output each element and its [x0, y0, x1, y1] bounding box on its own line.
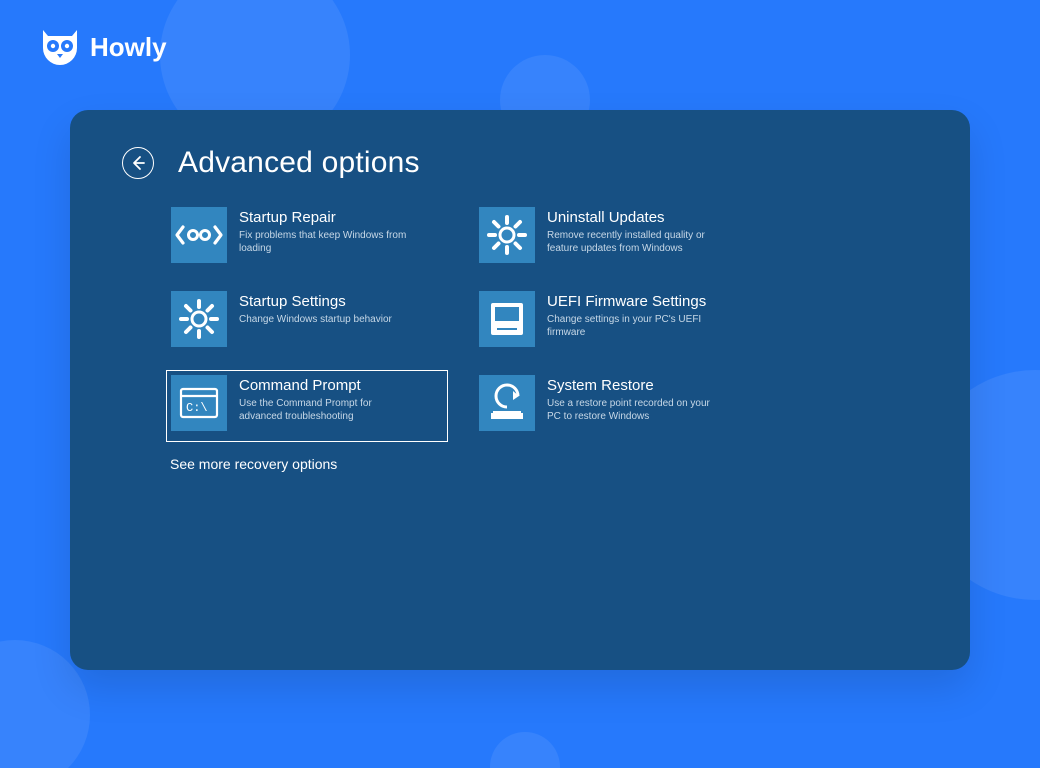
- tile-description: Change settings in your PC's UEFI firmwa…: [547, 313, 717, 339]
- tile-title: Uninstall Updates: [547, 209, 717, 227]
- tile-title: System Restore: [547, 377, 717, 395]
- gear-icon: [171, 291, 227, 347]
- tile-title: Startup Settings: [239, 293, 392, 311]
- code-icon: [171, 207, 227, 263]
- tile-startup-repair[interactable]: Startup Repair Fix problems that keep Win…: [166, 202, 448, 274]
- arrow-left-icon: [130, 155, 146, 171]
- tile-description: Remove recently installed quality or fea…: [547, 229, 717, 255]
- owl-icon: [40, 28, 80, 66]
- restore-icon: [479, 375, 535, 431]
- tile-command-prompt[interactable]: Command Prompt Use the Command Prompt for…: [166, 370, 448, 442]
- tile-title: UEFI Firmware Settings: [547, 293, 717, 311]
- tile-uefi-firmware-settings[interactable]: UEFI Firmware Settings Change settings in…: [474, 286, 756, 358]
- tile-description: Change Windows startup behavior: [239, 313, 392, 326]
- brand-logo: Howly: [40, 28, 167, 66]
- tile-startup-settings[interactable]: Startup Settings Change Windows startup b…: [166, 286, 448, 358]
- tile-system-restore[interactable]: System Restore Use a restore point record…: [474, 370, 756, 442]
- firmware-icon: [479, 291, 535, 347]
- cmd-icon: [171, 375, 227, 431]
- back-button[interactable]: [122, 147, 154, 179]
- see-more-recovery-options-link[interactable]: See more recovery options: [170, 456, 337, 472]
- brand-name: Howly: [90, 32, 167, 63]
- tile-description: Use a restore point recorded on your PC …: [547, 397, 717, 423]
- bg-circle: [490, 732, 560, 768]
- advanced-options-window: Advanced options Startup Repair Fix probl…: [70, 110, 970, 670]
- tile-title: Startup Repair: [239, 209, 409, 227]
- gear-icon: [479, 207, 535, 263]
- page-title: Advanced options: [178, 146, 420, 180]
- tile-description: Fix problems that keep Windows from load…: [239, 229, 409, 255]
- tile-title: Command Prompt: [239, 377, 409, 395]
- tile-uninstall-updates[interactable]: Uninstall Updates Remove recently install…: [474, 202, 756, 274]
- tile-description: Use the Command Prompt for advanced trou…: [239, 397, 409, 423]
